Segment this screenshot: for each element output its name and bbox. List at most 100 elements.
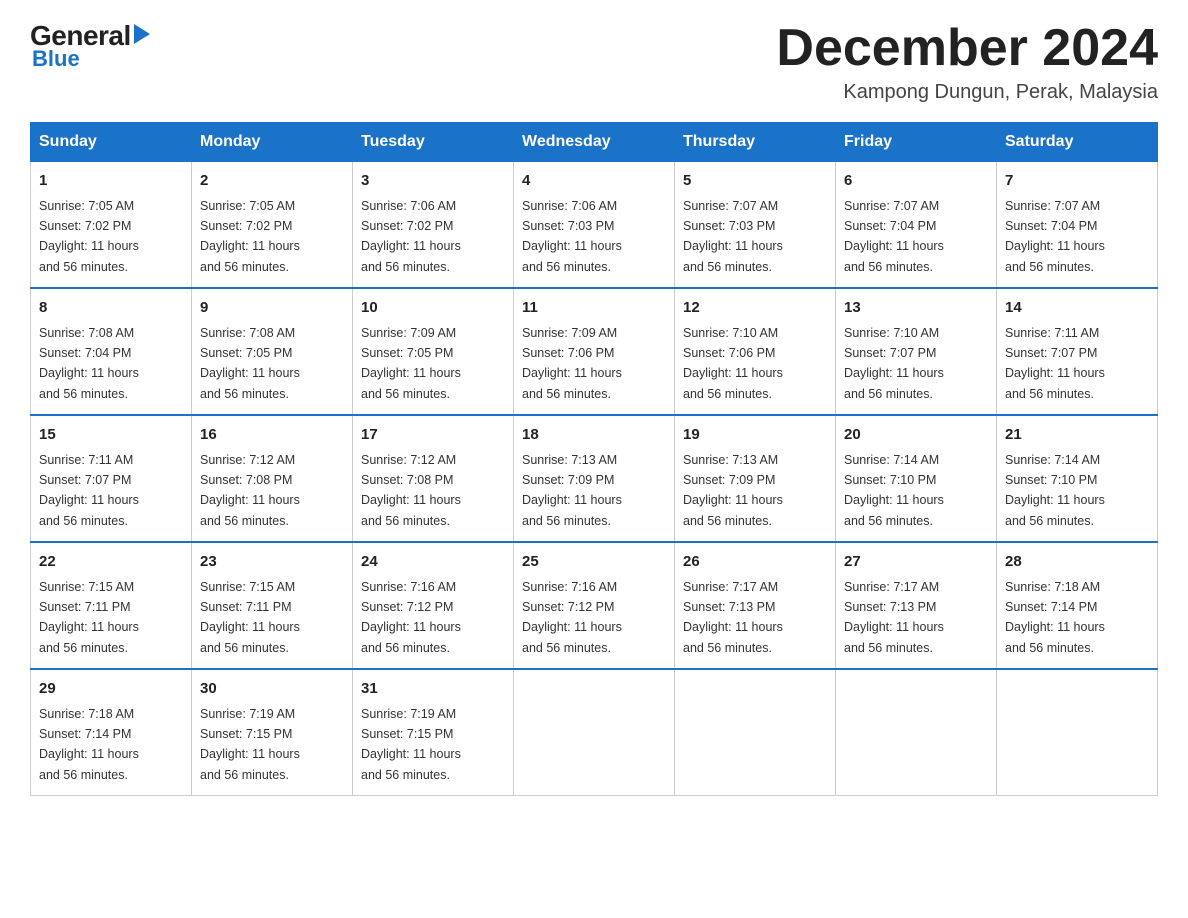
- main-title: December 2024: [776, 20, 1158, 77]
- day-number: 18: [522, 424, 666, 447]
- table-row: 13 Sunrise: 7:10 AMSunset: 7:07 PMDaylig…: [836, 288, 997, 415]
- page-header: General ▶ Blue December 2024 Kampong Dun…: [30, 20, 1158, 104]
- table-row: 19 Sunrise: 7:13 AMSunset: 7:09 PMDaylig…: [675, 415, 836, 542]
- day-number: 22: [39, 551, 183, 574]
- day-info: Sunrise: 7:12 AMSunset: 7:08 PMDaylight:…: [361, 453, 461, 528]
- col-wednesday: Wednesday: [514, 123, 675, 162]
- calendar-week-row: 15 Sunrise: 7:11 AMSunset: 7:07 PMDaylig…: [31, 415, 1158, 542]
- calendar-week-row: 22 Sunrise: 7:15 AMSunset: 7:11 PMDaylig…: [31, 542, 1158, 669]
- day-number: 17: [361, 424, 505, 447]
- day-info: Sunrise: 7:15 AMSunset: 7:11 PMDaylight:…: [200, 580, 300, 655]
- day-info: Sunrise: 7:07 AMSunset: 7:04 PMDaylight:…: [844, 199, 944, 274]
- table-row: 12 Sunrise: 7:10 AMSunset: 7:06 PMDaylig…: [675, 288, 836, 415]
- table-row: 23 Sunrise: 7:15 AMSunset: 7:11 PMDaylig…: [192, 542, 353, 669]
- table-row: 6 Sunrise: 7:07 AMSunset: 7:04 PMDayligh…: [836, 162, 997, 289]
- table-row: 31 Sunrise: 7:19 AMSunset: 7:15 PMDaylig…: [353, 669, 514, 796]
- day-number: 10: [361, 297, 505, 320]
- day-info: Sunrise: 7:15 AMSunset: 7:11 PMDaylight:…: [39, 580, 139, 655]
- day-info: Sunrise: 7:09 AMSunset: 7:06 PMDaylight:…: [522, 326, 622, 401]
- day-number: 15: [39, 424, 183, 447]
- day-info: Sunrise: 7:11 AMSunset: 7:07 PMDaylight:…: [39, 453, 139, 528]
- logo-blue-text: ▶: [134, 24, 150, 44]
- day-number: 16: [200, 424, 344, 447]
- logo: General ▶ Blue: [30, 20, 150, 72]
- table-row: 20 Sunrise: 7:14 AMSunset: 7:10 PMDaylig…: [836, 415, 997, 542]
- day-number: 11: [522, 297, 666, 320]
- day-number: 7: [1005, 170, 1149, 193]
- col-sunday: Sunday: [31, 123, 192, 162]
- table-row: 17 Sunrise: 7:12 AMSunset: 7:08 PMDaylig…: [353, 415, 514, 542]
- day-info: Sunrise: 7:11 AMSunset: 7:07 PMDaylight:…: [1005, 326, 1105, 401]
- day-info: Sunrise: 7:07 AMSunset: 7:03 PMDaylight:…: [683, 199, 783, 274]
- table-row: 30 Sunrise: 7:19 AMSunset: 7:15 PMDaylig…: [192, 669, 353, 796]
- day-info: Sunrise: 7:17 AMSunset: 7:13 PMDaylight:…: [844, 580, 944, 655]
- day-number: 3: [361, 170, 505, 193]
- day-info: Sunrise: 7:19 AMSunset: 7:15 PMDaylight:…: [200, 707, 300, 782]
- col-thursday: Thursday: [675, 123, 836, 162]
- table-row: [997, 669, 1158, 796]
- table-row: 21 Sunrise: 7:14 AMSunset: 7:10 PMDaylig…: [997, 415, 1158, 542]
- day-info: Sunrise: 7:05 AMSunset: 7:02 PMDaylight:…: [200, 199, 300, 274]
- day-number: 24: [361, 551, 505, 574]
- calendar-week-row: 8 Sunrise: 7:08 AMSunset: 7:04 PMDayligh…: [31, 288, 1158, 415]
- day-info: Sunrise: 7:13 AMSunset: 7:09 PMDaylight:…: [522, 453, 622, 528]
- col-saturday: Saturday: [997, 123, 1158, 162]
- table-row: 10 Sunrise: 7:09 AMSunset: 7:05 PMDaylig…: [353, 288, 514, 415]
- day-number: 21: [1005, 424, 1149, 447]
- title-block: December 2024 Kampong Dungun, Perak, Mal…: [776, 20, 1158, 104]
- day-number: 5: [683, 170, 827, 193]
- day-number: 8: [39, 297, 183, 320]
- table-row: 26 Sunrise: 7:17 AMSunset: 7:13 PMDaylig…: [675, 542, 836, 669]
- day-info: Sunrise: 7:09 AMSunset: 7:05 PMDaylight:…: [361, 326, 461, 401]
- day-number: 20: [844, 424, 988, 447]
- day-number: 27: [844, 551, 988, 574]
- col-friday: Friday: [836, 123, 997, 162]
- table-row: 4 Sunrise: 7:06 AMSunset: 7:03 PMDayligh…: [514, 162, 675, 289]
- day-number: 12: [683, 297, 827, 320]
- day-info: Sunrise: 7:08 AMSunset: 7:04 PMDaylight:…: [39, 326, 139, 401]
- day-number: 31: [361, 678, 505, 701]
- day-info: Sunrise: 7:06 AMSunset: 7:02 PMDaylight:…: [361, 199, 461, 274]
- table-row: 9 Sunrise: 7:08 AMSunset: 7:05 PMDayligh…: [192, 288, 353, 415]
- table-row: 1 Sunrise: 7:05 AMSunset: 7:02 PMDayligh…: [31, 162, 192, 289]
- calendar-table: Sunday Monday Tuesday Wednesday Thursday…: [30, 122, 1158, 796]
- day-number: 26: [683, 551, 827, 574]
- day-number: 6: [844, 170, 988, 193]
- day-number: 28: [1005, 551, 1149, 574]
- table-row: [836, 669, 997, 796]
- calendar-week-row: 29 Sunrise: 7:18 AMSunset: 7:14 PMDaylig…: [31, 669, 1158, 796]
- table-row: [514, 669, 675, 796]
- day-info: Sunrise: 7:13 AMSunset: 7:09 PMDaylight:…: [683, 453, 783, 528]
- table-row: 8 Sunrise: 7:08 AMSunset: 7:04 PMDayligh…: [31, 288, 192, 415]
- day-info: Sunrise: 7:08 AMSunset: 7:05 PMDaylight:…: [200, 326, 300, 401]
- calendar-week-row: 1 Sunrise: 7:05 AMSunset: 7:02 PMDayligh…: [31, 162, 1158, 289]
- table-row: 5 Sunrise: 7:07 AMSunset: 7:03 PMDayligh…: [675, 162, 836, 289]
- day-number: 14: [1005, 297, 1149, 320]
- day-info: Sunrise: 7:16 AMSunset: 7:12 PMDaylight:…: [361, 580, 461, 655]
- col-monday: Monday: [192, 123, 353, 162]
- table-row: 29 Sunrise: 7:18 AMSunset: 7:14 PMDaylig…: [31, 669, 192, 796]
- table-row: 18 Sunrise: 7:13 AMSunset: 7:09 PMDaylig…: [514, 415, 675, 542]
- day-info: Sunrise: 7:14 AMSunset: 7:10 PMDaylight:…: [1005, 453, 1105, 528]
- day-info: Sunrise: 7:14 AMSunset: 7:10 PMDaylight:…: [844, 453, 944, 528]
- day-number: 29: [39, 678, 183, 701]
- table-row: 16 Sunrise: 7:12 AMSunset: 7:08 PMDaylig…: [192, 415, 353, 542]
- day-info: Sunrise: 7:17 AMSunset: 7:13 PMDaylight:…: [683, 580, 783, 655]
- table-row: 7 Sunrise: 7:07 AMSunset: 7:04 PMDayligh…: [997, 162, 1158, 289]
- table-row: 3 Sunrise: 7:06 AMSunset: 7:02 PMDayligh…: [353, 162, 514, 289]
- day-number: 2: [200, 170, 344, 193]
- day-info: Sunrise: 7:05 AMSunset: 7:02 PMDaylight:…: [39, 199, 139, 274]
- table-row: 24 Sunrise: 7:16 AMSunset: 7:12 PMDaylig…: [353, 542, 514, 669]
- day-number: 19: [683, 424, 827, 447]
- table-row: 2 Sunrise: 7:05 AMSunset: 7:02 PMDayligh…: [192, 162, 353, 289]
- logo-sub: Blue: [32, 46, 80, 72]
- day-number: 23: [200, 551, 344, 574]
- table-row: 11 Sunrise: 7:09 AMSunset: 7:06 PMDaylig…: [514, 288, 675, 415]
- day-number: 13: [844, 297, 988, 320]
- table-row: 28 Sunrise: 7:18 AMSunset: 7:14 PMDaylig…: [997, 542, 1158, 669]
- day-info: Sunrise: 7:18 AMSunset: 7:14 PMDaylight:…: [39, 707, 139, 782]
- table-row: 27 Sunrise: 7:17 AMSunset: 7:13 PMDaylig…: [836, 542, 997, 669]
- location-subtitle: Kampong Dungun, Perak, Malaysia: [776, 81, 1158, 104]
- table-row: 22 Sunrise: 7:15 AMSunset: 7:11 PMDaylig…: [31, 542, 192, 669]
- day-info: Sunrise: 7:19 AMSunset: 7:15 PMDaylight:…: [361, 707, 461, 782]
